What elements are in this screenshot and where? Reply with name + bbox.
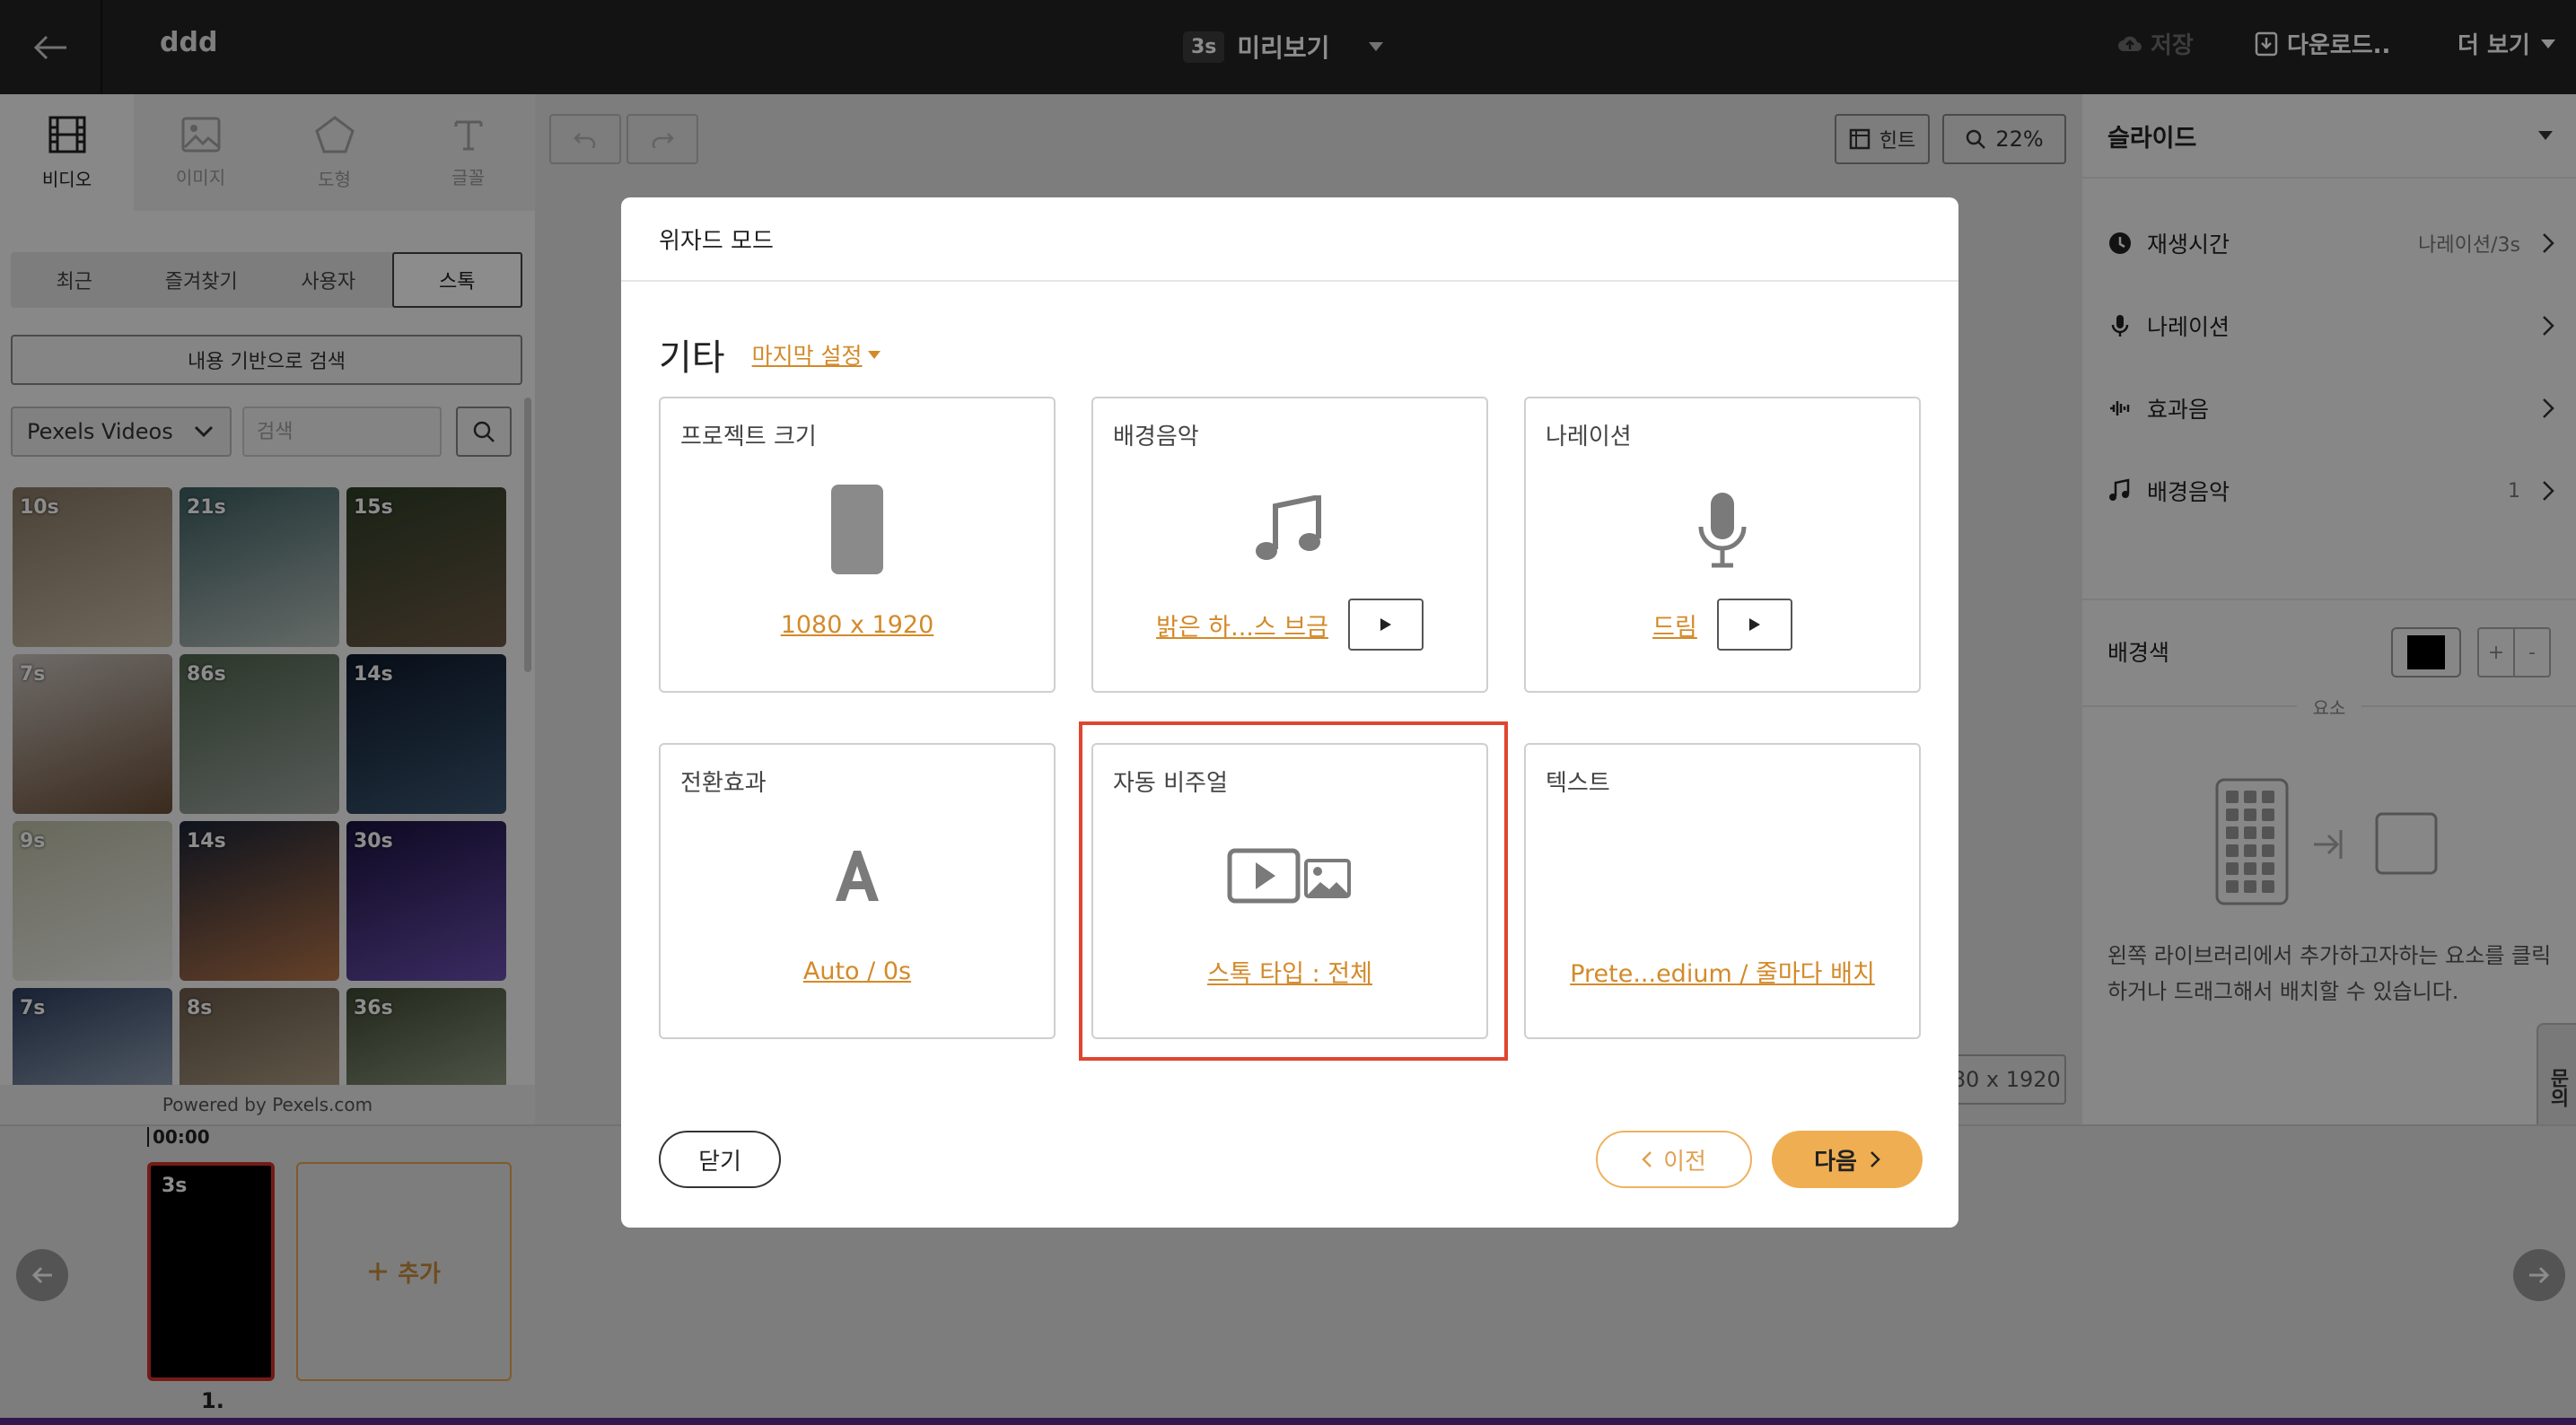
prev-button[interactable]: 이전	[1596, 1131, 1752, 1188]
card-title: 프로젝트 크기	[680, 424, 817, 450]
section-header: 기타 마지막 설정	[659, 328, 881, 380]
next-button[interactable]: 다음	[1772, 1131, 1923, 1188]
caret-down-icon	[867, 350, 881, 359]
card-project-size[interactable]: 프로젝트 크기 1080 x 1920	[659, 397, 1056, 693]
focus-highlight	[1079, 721, 1508, 1061]
card-title: 나레이션	[1546, 424, 1632, 450]
last-settings-label: 마지막 설정	[751, 343, 863, 369]
letter-a-icon	[661, 822, 1054, 930]
wizard-modal: 위자드 모드 기타 마지막 설정 프로젝트 크기 1080 x 1920 배경음…	[621, 197, 1958, 1228]
narration-play-button[interactable]	[1716, 599, 1792, 651]
music-note-icon	[1093, 476, 1486, 583]
card-title: 텍스트	[1546, 770, 1610, 797]
close-button[interactable]: 닫기	[659, 1131, 781, 1188]
next-label: 다음	[1814, 1148, 1857, 1176]
phone-portrait-icon	[661, 476, 1054, 583]
card-bgm[interactable]: 배경음악 밝은 하...스 브금	[1091, 397, 1488, 693]
card-text[interactable]: 텍스트 Prete...edium / 줄마다 배치	[1524, 743, 1921, 1039]
card-title: 배경음악	[1113, 424, 1199, 450]
narration-link[interactable]: 드림	[1652, 608, 1697, 643]
section-title: 기타	[659, 337, 725, 379]
last-settings-dropdown[interactable]: 마지막 설정	[752, 338, 881, 371]
microphone-icon	[1526, 476, 1919, 583]
chevron-right-icon	[1871, 1151, 1880, 1167]
text-style-link[interactable]: Prete...edium / 줄마다 배치	[1570, 954, 1875, 989]
card-narration[interactable]: 나레이션 드림	[1524, 397, 1921, 693]
prev-label: 이전	[1663, 1148, 1706, 1176]
modal-title: 위자드 모드	[621, 197, 1958, 282]
play-icon	[1748, 618, 1760, 631]
play-icon	[1380, 618, 1391, 631]
chevron-left-icon	[1642, 1151, 1652, 1167]
card-transition[interactable]: 전환효과 Auto / 0s	[659, 743, 1056, 1039]
card-title: 전환효과	[680, 770, 767, 797]
transition-link[interactable]: Auto / 0s	[803, 957, 911, 985]
bgm-play-button[interactable]	[1347, 599, 1424, 651]
bgm-link[interactable]: 밝은 하...스 브금	[1156, 608, 1328, 643]
project-size-link[interactable]: 1080 x 1920	[781, 611, 934, 639]
